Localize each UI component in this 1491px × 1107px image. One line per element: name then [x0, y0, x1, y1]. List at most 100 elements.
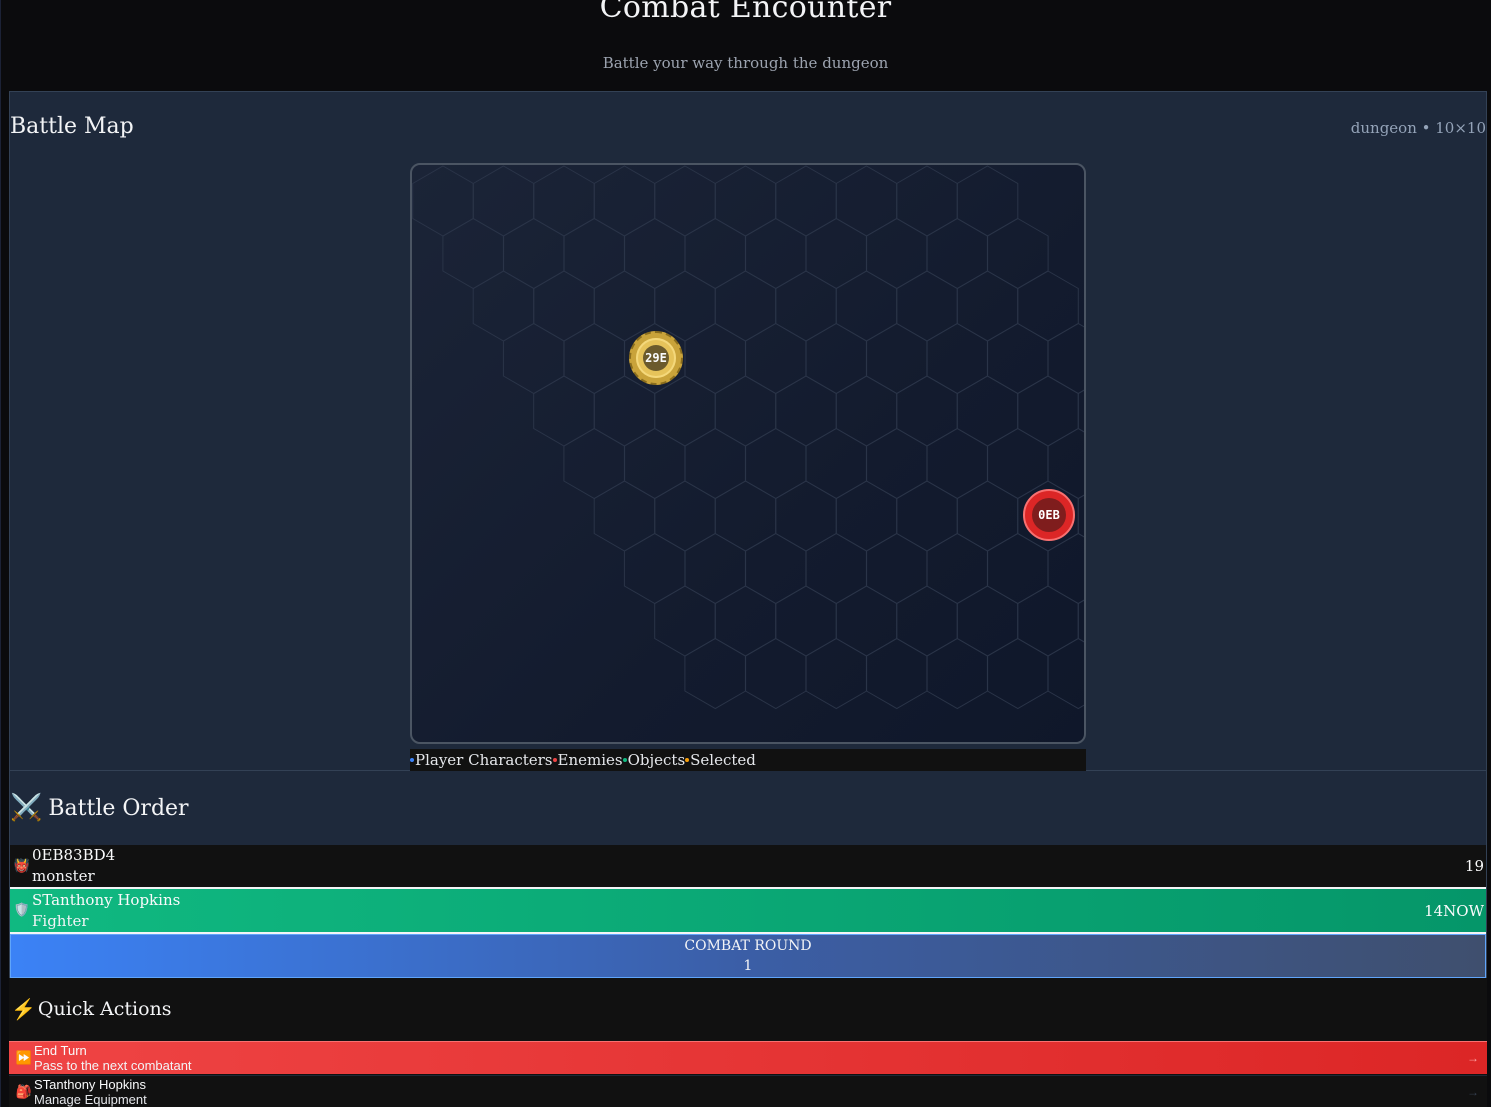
- hex-cell[interactable]: [533, 165, 595, 237]
- hex-cell[interactable]: [986, 637, 1049, 710]
- hex-cell[interactable]: [654, 480, 716, 552]
- hex-cell[interactable]: [654, 375, 716, 447]
- hex-cell[interactable]: [865, 322, 928, 395]
- hex-cell[interactable]: [896, 585, 958, 657]
- end-turn-button[interactable]: ⏩ End Turn Pass to the next combatant →: [9, 1041, 1487, 1074]
- hex-cell[interactable]: [1017, 375, 1079, 447]
- player-token[interactable]: 29E: [629, 331, 683, 385]
- action-text: End Turn Pass to the next combatant: [34, 1043, 192, 1073]
- hex-cell[interactable]: [744, 532, 807, 605]
- hex-cell[interactable]: [835, 270, 898, 342]
- hex-cell[interactable]: [533, 270, 595, 342]
- hex-cell[interactable]: [1047, 532, 1086, 605]
- hex-cell[interactable]: [684, 427, 747, 500]
- combatant-row[interactable]: 👹 0EB83BD4 monster 19: [10, 845, 1486, 887]
- hex-cell[interactable]: [775, 480, 837, 552]
- hex-cell[interactable]: [775, 585, 837, 657]
- hex-cell[interactable]: [744, 427, 807, 500]
- hex-cell[interactable]: [926, 322, 989, 395]
- hex-cell[interactable]: [835, 375, 898, 447]
- hex-cell[interactable]: [835, 165, 898, 237]
- hex-cell[interactable]: [1017, 270, 1079, 342]
- hex-cell[interactable]: [593, 375, 656, 447]
- hex-cell[interactable]: [775, 165, 837, 237]
- hex-cell[interactable]: [956, 270, 1019, 342]
- hex-grid[interactable]: [412, 165, 1086, 744]
- hex-cell[interactable]: [744, 322, 807, 395]
- hex-cell[interactable]: [533, 375, 595, 447]
- hex-cell[interactable]: [956, 585, 1019, 657]
- hex-cell[interactable]: [714, 165, 777, 237]
- hex-cell[interactable]: [623, 532, 686, 605]
- hex-cell[interactable]: [654, 585, 716, 657]
- hex-cell[interactable]: [412, 165, 474, 237]
- hex-cell[interactable]: [684, 217, 747, 290]
- hex-cell[interactable]: [654, 165, 716, 237]
- hex-cell[interactable]: [1047, 322, 1086, 395]
- hex-cell[interactable]: [1017, 585, 1079, 657]
- hex-cell[interactable]: [1047, 637, 1086, 710]
- hex-cell[interactable]: [865, 217, 928, 290]
- hex-cell[interactable]: [593, 480, 656, 552]
- hex-cell[interactable]: [896, 165, 958, 237]
- hex-cell[interactable]: [775, 375, 837, 447]
- hex-cell[interactable]: [926, 637, 989, 710]
- hex-cell[interactable]: [593, 165, 656, 237]
- hex-cell[interactable]: [714, 480, 777, 552]
- hex-cell[interactable]: [896, 375, 958, 447]
- hex-cell[interactable]: [956, 375, 1019, 447]
- hex-cell[interactable]: [835, 480, 898, 552]
- hex-cell[interactable]: [744, 637, 807, 710]
- hex-cell[interactable]: [714, 585, 777, 657]
- battle-map-board[interactable]: 29E 0EB: [410, 163, 1086, 744]
- hex-cell[interactable]: [744, 217, 807, 290]
- hex-cell[interactable]: [835, 585, 898, 657]
- hex-cell[interactable]: [926, 427, 989, 500]
- hex-cell[interactable]: [623, 217, 686, 290]
- hex-cell[interactable]: [986, 427, 1049, 500]
- combat-round-number: 1: [743, 958, 753, 974]
- manage-equipment-button[interactable]: 🎒 STanthony Hopkins Manage Equipment →: [9, 1075, 1487, 1107]
- hex-cell[interactable]: [805, 532, 868, 605]
- legend-objects: Objects: [622, 751, 685, 769]
- hex-cell[interactable]: [1047, 427, 1086, 500]
- hex-cell[interactable]: [986, 217, 1049, 290]
- hex-cell[interactable]: [563, 217, 626, 290]
- hex-cell[interactable]: [472, 165, 535, 237]
- combatant-row-active[interactable]: 🛡️ STanthony Hopkins Fighter 14NOW: [10, 887, 1486, 934]
- hex-cell[interactable]: [472, 270, 535, 342]
- hex-cell[interactable]: [502, 322, 565, 395]
- hex-cell[interactable]: [986, 322, 1049, 395]
- hex-cell[interactable]: [684, 637, 747, 710]
- hex-cell[interactable]: [1077, 376, 1086, 446]
- hex-cell[interactable]: [684, 322, 747, 395]
- hex-cell[interactable]: [684, 532, 747, 605]
- hex-cell[interactable]: [956, 480, 1019, 552]
- hex-cell[interactable]: [926, 532, 989, 605]
- hex-cell[interactable]: [865, 427, 928, 500]
- hex-cell[interactable]: [775, 270, 837, 342]
- hex-cell[interactable]: [1077, 481, 1086, 551]
- hex-cell[interactable]: [896, 480, 958, 552]
- hex-cell[interactable]: [896, 270, 958, 342]
- hex-cell[interactable]: [986, 532, 1049, 605]
- hex-cell[interactable]: [593, 270, 656, 342]
- hex-cell[interactable]: [956, 165, 1019, 237]
- hex-cell[interactable]: [714, 375, 777, 447]
- hex-cell[interactable]: [714, 270, 777, 342]
- hex-cell[interactable]: [805, 322, 868, 395]
- hex-cell[interactable]: [1077, 586, 1086, 656]
- hex-cell[interactable]: [623, 427, 686, 500]
- hex-cell[interactable]: [805, 427, 868, 500]
- hex-cell[interactable]: [563, 427, 626, 500]
- hex-cell[interactable]: [442, 217, 505, 290]
- hex-cell[interactable]: [926, 217, 989, 290]
- enemy-token[interactable]: 0EB: [1023, 489, 1075, 541]
- hex-cell[interactable]: [654, 270, 716, 342]
- hex-cell[interactable]: [563, 322, 626, 395]
- hex-cell[interactable]: [805, 217, 868, 290]
- hex-cell[interactable]: [805, 637, 868, 710]
- hex-cell[interactable]: [865, 532, 928, 605]
- hex-cell[interactable]: [865, 637, 928, 710]
- hex-cell[interactable]: [502, 217, 565, 290]
